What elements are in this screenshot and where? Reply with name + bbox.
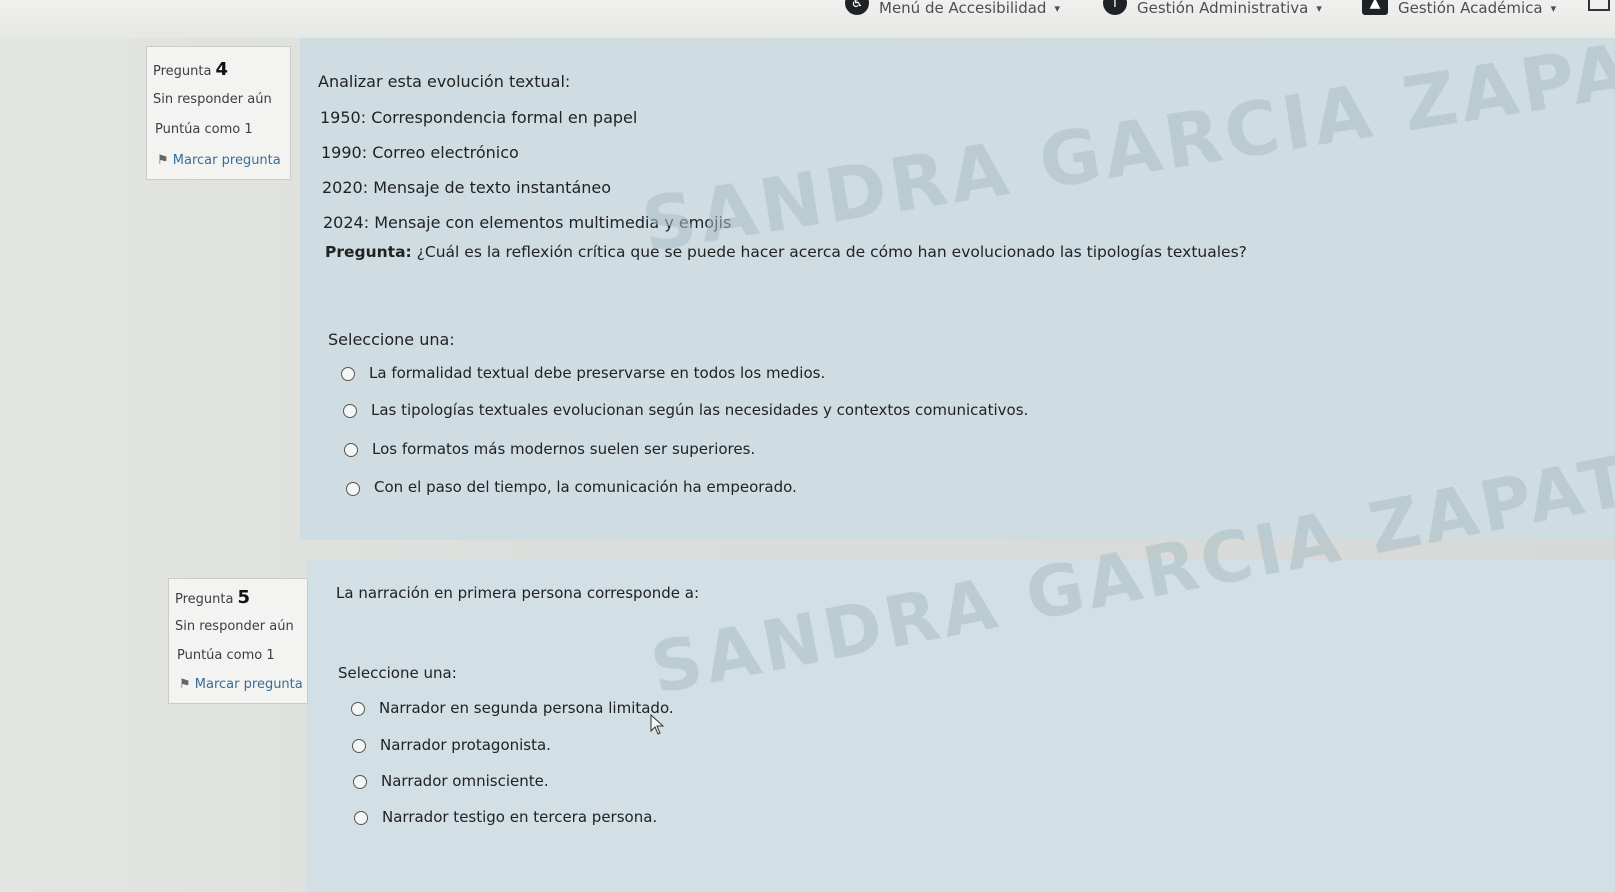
quiz-page: Pregunta 4 Sin responder aún Puntúa como … bbox=[0, 11, 1615, 892]
accessibility-menu[interactable]: ♿ Menú de Accesibilidad ▾ bbox=[845, 0, 1060, 17]
question-4-score: Puntúa como 1 bbox=[155, 122, 253, 137]
radio-option[interactable] bbox=[344, 443, 358, 457]
option-label[interactable]: Narrador omnisciente. bbox=[381, 772, 549, 790]
flag-label: Marcar pregunta bbox=[172, 153, 281, 168]
graduation-cap-icon: ▲ bbox=[1362, 0, 1388, 15]
academic-menu-label: Gestión Académica bbox=[1398, 0, 1543, 17]
flag-icon: ⚑ bbox=[157, 153, 169, 168]
admin-menu-label: Gestión Administrativa bbox=[1137, 0, 1309, 17]
question-5-prompt: La narración en primera persona correspo… bbox=[336, 584, 700, 602]
question-5-status: Sin responder aún bbox=[175, 619, 294, 634]
mail-button[interactable] bbox=[1588, 0, 1610, 16]
question-4-intro: Analizar esta evolución textual: bbox=[318, 72, 571, 91]
option-label[interactable]: Narrador protagonista. bbox=[380, 736, 551, 754]
flag-label: Marcar pregunta bbox=[194, 677, 303, 692]
question-number: 4 bbox=[215, 59, 228, 80]
question-prompt-label: Pregunta: bbox=[325, 243, 412, 261]
radio-option[interactable] bbox=[343, 404, 357, 418]
option-label[interactable]: Narrador en segunda persona limitado. bbox=[379, 699, 674, 717]
info-icon: i bbox=[1103, 0, 1127, 15]
option-label[interactable]: Con el paso del tiempo, la comunicación … bbox=[374, 478, 797, 496]
accessibility-icon: ♿ bbox=[845, 0, 869, 15]
academic-menu[interactable]: ▲ Gestión Académica ▾ bbox=[1362, 0, 1557, 17]
timeline-item: 1950: Correspondencia formal en papel bbox=[320, 108, 638, 127]
admin-menu[interactable]: i Gestión Administrativa ▾ bbox=[1103, 0, 1322, 17]
option-label[interactable]: La formalidad textual debe preservarse e… bbox=[369, 364, 825, 382]
question-5-score: Puntúa como 1 bbox=[177, 648, 275, 663]
chevron-down-icon: ▾ bbox=[1550, 1, 1557, 15]
question-4-heading: Pregunta 4 bbox=[153, 59, 228, 80]
accessibility-menu-label: Menú de Accesibilidad bbox=[879, 0, 1047, 17]
timeline-item: 2020: Mensaje de texto instantáneo bbox=[322, 178, 612, 197]
top-navigation-bar: ♿ Menú de Accesibilidad ▾ i Gestión Admi… bbox=[0, 0, 1615, 39]
timeline-item: 2024: Mensaje con elementos multimedia y… bbox=[323, 213, 732, 232]
flag-question-4-link[interactable]: ⚑ Marcar pregunta bbox=[157, 153, 281, 168]
question-5-heading: Pregunta 5 bbox=[175, 587, 250, 608]
question-5-select-label: Seleccione una: bbox=[338, 664, 457, 682]
radio-option[interactable] bbox=[341, 367, 355, 381]
radio-option[interactable] bbox=[354, 811, 368, 825]
question-label: Pregunta bbox=[153, 64, 212, 79]
question-4-prompt: Pregunta: ¿Cuál es la reflexión crítica … bbox=[325, 243, 1247, 261]
option-label[interactable]: Narrador testigo en tercera persona. bbox=[382, 808, 657, 826]
radio-option[interactable] bbox=[352, 739, 366, 753]
question-label: Pregunta bbox=[175, 592, 234, 607]
chevron-down-icon: ▾ bbox=[1316, 1, 1322, 15]
radio-option[interactable] bbox=[346, 482, 360, 496]
question-4-status: Sin responder aún bbox=[153, 92, 272, 107]
question-4-select-label: Seleccione una: bbox=[328, 330, 455, 349]
question-4-info-box: Pregunta 4 Sin responder aún Puntúa como … bbox=[146, 46, 291, 180]
question-5-info-box: Pregunta 5 Sin responder aún Puntúa como … bbox=[168, 578, 308, 704]
question-number: 5 bbox=[237, 587, 250, 608]
question-5-content bbox=[306, 560, 1615, 892]
chevron-down-icon: ▾ bbox=[1054, 1, 1060, 15]
mail-icon bbox=[1588, 0, 1610, 11]
radio-option[interactable] bbox=[351, 702, 365, 716]
timeline-item: 1990: Correo electrónico bbox=[321, 143, 519, 162]
flag-question-5-link[interactable]: ⚑ Marcar pregunta bbox=[179, 677, 303, 692]
option-label[interactable]: Las tipologías textuales evolucionan seg… bbox=[371, 401, 1028, 419]
radio-option[interactable] bbox=[353, 775, 367, 789]
option-label[interactable]: Los formatos más modernos suelen ser sup… bbox=[372, 440, 755, 458]
flag-icon: ⚑ bbox=[179, 677, 191, 692]
question-prompt-text: ¿Cuál es la reflexión crítica que se pue… bbox=[411, 243, 1247, 261]
